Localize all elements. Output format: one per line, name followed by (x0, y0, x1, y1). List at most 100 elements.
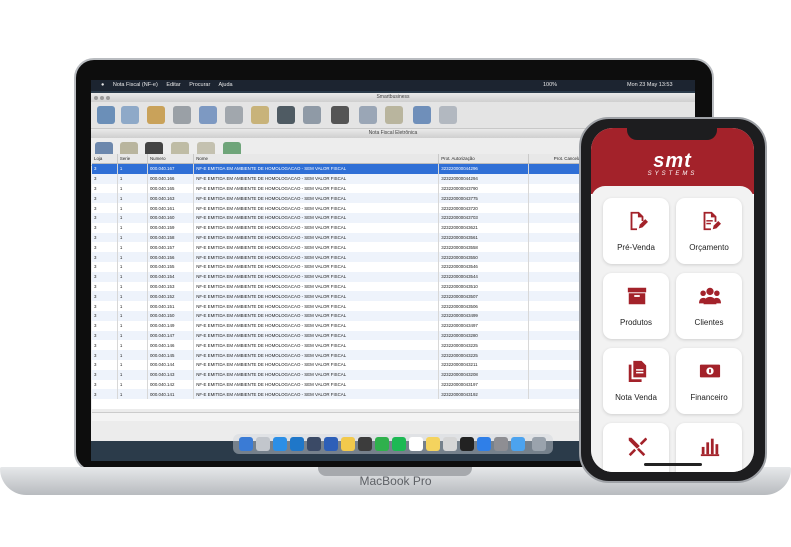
table-cell: 1 (117, 252, 148, 262)
calculator-icon[interactable] (439, 106, 457, 124)
apple-icon[interactable]: ● (101, 82, 104, 88)
table-cell: 000.040.145 (147, 350, 195, 360)
menu-card-clientes[interactable]: Clientes (676, 273, 742, 339)
table-cell: 323220000044296 (438, 163, 530, 174)
column-header[interactable]: Loja (92, 154, 118, 164)
trash-icon[interactable] (532, 437, 546, 451)
table-cell: 3 (92, 252, 118, 262)
safari-icon[interactable] (273, 437, 287, 451)
column-header[interactable]: Serie (117, 154, 148, 164)
preview-icon[interactable] (443, 437, 457, 451)
table-cell: NF-E EMITIDA EM AMBIENTE DE HOMOLOGACAO … (193, 350, 440, 360)
table-cell: 1 (117, 173, 148, 184)
xcode-icon[interactable] (307, 437, 321, 451)
money-bag-icon[interactable] (199, 106, 217, 124)
launchpad-icon[interactable] (256, 437, 270, 451)
table-cell: NF-E EMITIDA EM AMBIENTE DE HOMOLOGACAO … (193, 242, 440, 253)
table-cell: 323220000043497 (438, 320, 530, 331)
money-bill-icon (699, 360, 721, 382)
edit-icon[interactable] (385, 106, 403, 124)
settings-icon[interactable] (494, 437, 508, 451)
cash-register-icon[interactable] (173, 106, 191, 124)
menu-card-nota-venda[interactable]: Nota Venda (603, 348, 669, 414)
table-cell: 000.040.147 (147, 330, 195, 341)
table-cell: 000.040.155 (147, 261, 195, 272)
table-cell: NF-E EMITIDA EM AMBIENTE DE HOMOLOGACAO … (193, 222, 440, 233)
table-cell: 1 (117, 301, 148, 311)
menu-item-app[interactable]: Nota Fiscal (NF-e) (113, 82, 158, 88)
menu-item-search[interactable]: Procurar (189, 82, 210, 88)
table-cell: 000.040.149 (147, 320, 195, 331)
table-cell: NF-E EMITIDA EM AMBIENTE DE HOMOLOGACAO … (193, 330, 440, 341)
menu-card-label: Produtos (619, 318, 653, 327)
appstore-icon[interactable] (477, 437, 491, 451)
terminal-icon[interactable] (358, 437, 372, 451)
menu-card-produtos[interactable]: Produtos (603, 273, 669, 339)
table-cell: 1 (117, 350, 148, 360)
table-cell: 000.040.151 (147, 301, 195, 311)
printer-icon[interactable] (331, 106, 349, 124)
table-cell: 3 (92, 183, 118, 194)
menu-card-pré-venda[interactable]: Pré-Venda (603, 198, 669, 264)
table-cell: 323220000043546 (438, 261, 530, 272)
table-cell: 1 (117, 379, 148, 390)
document-icon[interactable] (359, 106, 377, 124)
table-cell: 1 (117, 222, 148, 233)
table-cell: 000.040.156 (147, 252, 195, 262)
table-cell: 000.040.159 (147, 222, 195, 233)
menu-item-help[interactable]: Ajuda (219, 82, 233, 88)
table-cell: 1 (117, 203, 148, 213)
menu-card-financeiro[interactable]: Financeiro (676, 348, 742, 414)
column-header[interactable]: Nome (193, 154, 440, 164)
activity-icon[interactable] (460, 437, 474, 451)
table-cell: NF-E EMITIDA EM AMBIENTE DE HOMOLOGACAO … (193, 203, 440, 213)
table-cell: 000.040.153 (147, 281, 195, 292)
spotify-icon[interactable] (392, 437, 406, 451)
phone-home-indicator[interactable] (644, 463, 702, 466)
table-cell: NF-E EMITIDA EM AMBIENTE DE HOMOLOGACAO … (193, 252, 440, 262)
table-cell: 3 (92, 163, 118, 174)
safe-icon[interactable] (277, 106, 295, 124)
maps-icon[interactable] (324, 437, 338, 451)
folder-icon[interactable] (511, 437, 525, 451)
table-cell: 1 (117, 369, 148, 380)
table-cell: 000.040.143 (147, 369, 195, 380)
table-cell: 000.040.150 (147, 310, 195, 321)
users-icon[interactable] (97, 106, 115, 124)
notes-icon[interactable] (426, 437, 440, 451)
table-cell: 1 (117, 242, 148, 253)
calendar-icon[interactable] (409, 437, 423, 451)
clock[interactable]: Mon 23 May 13:53 (627, 80, 673, 91)
finder-icon[interactable] (239, 437, 253, 451)
main-titlebar: Smartbusiness (91, 93, 695, 102)
coins-icon[interactable] (225, 106, 243, 124)
sublime-icon[interactable] (341, 437, 355, 451)
table-cell: 323220000044294 (438, 173, 530, 184)
menu-card-orçamento[interactable]: Orçamento (676, 198, 742, 264)
delivery-icon[interactable] (251, 106, 269, 124)
table-cell: 3 (92, 310, 118, 321)
table-cell: 323220000043225 (438, 350, 530, 360)
table-cell: 323220000043197 (438, 379, 530, 390)
books-icon[interactable] (121, 106, 139, 124)
table-cell: NF-E EMITIDA EM AMBIENTE DE HOMOLOGACAO … (193, 281, 440, 292)
table-cell: 323220000043507 (438, 291, 530, 302)
table-cell: NF-E EMITIDA EM AMBIENTE DE HOMOLOGACAO … (193, 310, 440, 321)
whatsapp-icon[interactable] (375, 437, 389, 451)
table-cell: NF-E EMITIDA EM AMBIENTE DE HOMOLOGACAO … (193, 379, 440, 390)
table-cell: 000.040.154 (147, 271, 195, 282)
column-header[interactable]: Prot. Autorização (438, 154, 530, 164)
boxes-icon[interactable] (147, 106, 165, 124)
user-settings-icon[interactable] (413, 106, 431, 124)
vscode-icon[interactable] (290, 437, 304, 451)
cart-icon[interactable] (303, 106, 321, 124)
table-cell: 3 (92, 242, 118, 253)
table-cell: NF-E EMITIDA EM AMBIENTE DE HOMOLOGACAO … (193, 291, 440, 302)
table-cell: 1 (117, 389, 148, 400)
column-header[interactable]: Numero (147, 154, 195, 164)
table-cell: 000.040.166 (147, 173, 195, 184)
menu-item-edit[interactable]: Editar (166, 82, 180, 88)
table-cell: 3 (92, 232, 118, 243)
table-cell: 323220000043208 (438, 369, 530, 380)
documents-copy-icon (626, 360, 648, 382)
